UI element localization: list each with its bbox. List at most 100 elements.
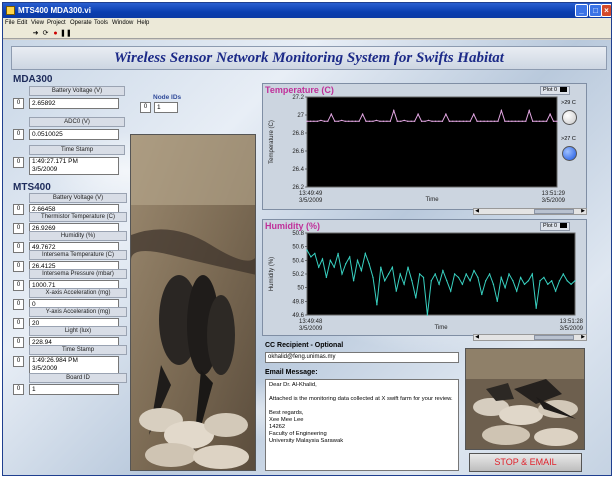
field-label: Humidity (%) [29, 231, 127, 241]
scroll-left-icon[interactable]: ◀ [474, 208, 480, 215]
array-index[interactable]: 0 [13, 318, 24, 329]
run-arrow-icon[interactable]: ➜ [31, 29, 40, 38]
menu-help[interactable]: Help [137, 18, 149, 28]
menu-project[interactable]: Project [47, 18, 66, 28]
scroll-right-icon[interactable]: ▶ [580, 208, 586, 215]
value-display: 1:49:26.984 PM 3/5/2009 [29, 356, 119, 374]
stop-email-button[interactable]: STOP & EMAIL [469, 453, 582, 472]
data-point [496, 300, 498, 302]
data-point [473, 113, 475, 115]
menu-tools[interactable]: Tools [94, 18, 108, 28]
array-index[interactable]: 0 [13, 223, 24, 234]
data-point [420, 120, 423, 122]
data-point [329, 259, 331, 261]
run-continuous-icon[interactable]: ⟳ [41, 29, 50, 38]
menu-edit[interactable]: Edit [17, 18, 27, 28]
plot-area [306, 232, 576, 316]
data-point [545, 120, 548, 122]
array-index[interactable]: 0 [13, 242, 24, 253]
y-tick-label: 26.6 [292, 149, 304, 155]
array-index[interactable]: 0 [13, 356, 24, 367]
field-label: Board ID [29, 373, 127, 383]
humidity-chart: Humidity (%) Plot 0 50.8 50.6 50.4 50.2 50 49… [262, 219, 587, 336]
data-point [462, 120, 464, 122]
pause-icon[interactable]: ❚❚ [60, 29, 72, 38]
data-point [452, 120, 454, 122]
temperature-scrollbar[interactable]: ◀ ▶ [473, 208, 587, 215]
x-axis-label: Time [425, 197, 439, 203]
data-point [448, 120, 451, 122]
data-point [556, 120, 558, 122]
menu-operate[interactable]: Operate [70, 18, 92, 28]
data-point [518, 120, 520, 122]
close-button[interactable]: × [601, 4, 611, 17]
x-tick-label: 13:51:29 [542, 191, 566, 197]
scroll-thumb[interactable] [534, 335, 574, 340]
data-point [493, 120, 496, 122]
labview-app-icon [6, 6, 15, 15]
x-tick-date: 3/5/2009 [560, 326, 584, 332]
x-tick-label: 13:49:48 [299, 319, 323, 325]
data-point [497, 120, 499, 122]
data-point [542, 120, 544, 122]
array-index[interactable]: 0 [13, 98, 24, 109]
data-point [348, 120, 350, 122]
front-panel: Wireless Sensor Network Monitoring Syste… [3, 40, 611, 475]
data-point [519, 276, 522, 279]
y-tick-label: 49.8 [292, 299, 304, 305]
data-point [477, 276, 479, 279]
window-title: MTS400 MDA300.vi [18, 6, 91, 15]
title-bar[interactable]: MTS400 MDA300.vi _ □ × [3, 3, 611, 18]
data-point [318, 266, 320, 268]
data-point [442, 269, 444, 272]
data-point [490, 120, 492, 122]
node-ids-index[interactable]: 0 [140, 102, 151, 113]
field-label: Intersema Temperature (C) [29, 250, 127, 260]
email-message-label: Email Message: [265, 369, 318, 376]
array-index[interactable]: 0 [13, 204, 24, 215]
data-point [368, 263, 370, 265]
array-index[interactable]: 0 [13, 129, 24, 140]
data-point [528, 109, 530, 112]
array-index[interactable]: 0 [13, 261, 24, 272]
x-axis-label: Time [434, 325, 448, 331]
field-label: Thermistor Temperature (C) [29, 212, 127, 222]
y-tick-label: 27.2 [292, 95, 304, 101]
humidity-scrollbar[interactable]: ◀ ▶ [473, 334, 587, 341]
data-point [446, 280, 448, 282]
cc-recipient-input[interactable]: okhalid@feng.unimas.my [265, 352, 459, 363]
data-point [413, 120, 416, 122]
email-message-textarea[interactable]: Dear Dr. Al-Khalid, Attached is the moni… [265, 379, 459, 471]
data-point [512, 280, 514, 282]
data-point [438, 120, 440, 122]
data-point [365, 120, 367, 122]
data-point [399, 273, 401, 275]
abort-icon[interactable]: ● [51, 29, 60, 38]
data-point [426, 314, 429, 316]
array-index[interactable]: 0 [13, 384, 24, 395]
data-point [376, 304, 378, 306]
data-point [400, 120, 402, 122]
scroll-thumb[interactable] [534, 209, 574, 214]
array-index[interactable]: 0 [13, 280, 24, 291]
menu-window[interactable]: Window [112, 18, 133, 28]
field-label: ADC0 (V) [29, 117, 125, 127]
data-point [368, 120, 371, 122]
node-ids-label: Node IDs [153, 94, 182, 101]
scroll-right-icon[interactable]: ▶ [580, 334, 586, 341]
array-index[interactable]: 0 [13, 157, 24, 168]
data-point [461, 283, 464, 285]
value-display: 1 [29, 384, 119, 395]
menu-file[interactable]: File [5, 18, 15, 28]
array-index[interactable]: 0 [13, 337, 24, 348]
array-index[interactable]: 0 [13, 299, 24, 310]
toolbar: ➜ ⟳ ● ❚❚ [3, 28, 611, 39]
plot-area [306, 96, 558, 188]
data-point [504, 120, 506, 122]
menu-view[interactable]: View [31, 18, 44, 28]
scroll-left-icon[interactable]: ◀ [474, 334, 480, 341]
y-tick-label: 50.4 [292, 258, 304, 264]
data-point [457, 276, 460, 279]
high-threshold-label: >29 C [561, 100, 576, 106]
minimize-button[interactable]: _ [575, 4, 588, 17]
